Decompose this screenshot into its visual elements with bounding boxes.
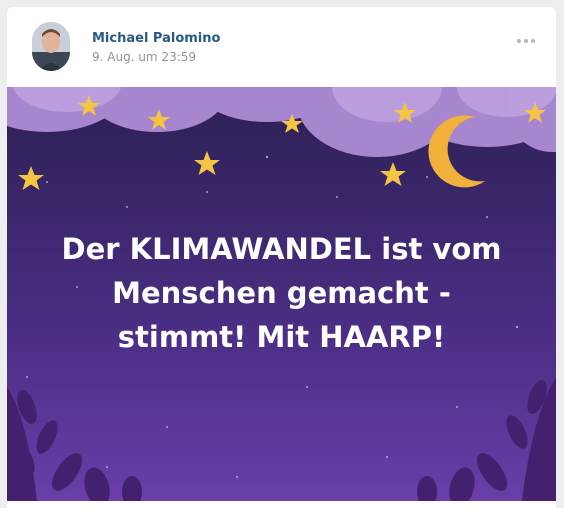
post-header: Michael Palomino 9. Aug. um 23:59	[7, 7, 556, 87]
ellipsis-icon[interactable]	[517, 37, 537, 45]
avatar[interactable]	[32, 22, 70, 71]
headline-line: Der KLIMAWANDEL ist vom	[61, 232, 502, 266]
headline-line: stimmt! Mit HAARP!	[117, 320, 446, 354]
post-image[interactable]: Der KLIMAWANDEL ist vom Menschen gemacht…	[7, 87, 556, 501]
post-card: Michael Palomino 9. Aug. um 23:59 Der KL…	[7, 7, 556, 508]
post-image-headline: Der KLIMAWANDEL ist vom Menschen gemacht…	[7, 227, 556, 359]
person-icon	[32, 22, 70, 71]
author-name[interactable]: Michael Palomino	[92, 31, 220, 46]
headline-line: Menschen gemacht -	[112, 276, 451, 310]
post-date[interactable]: 9. Aug. um 23:59	[92, 50, 196, 64]
